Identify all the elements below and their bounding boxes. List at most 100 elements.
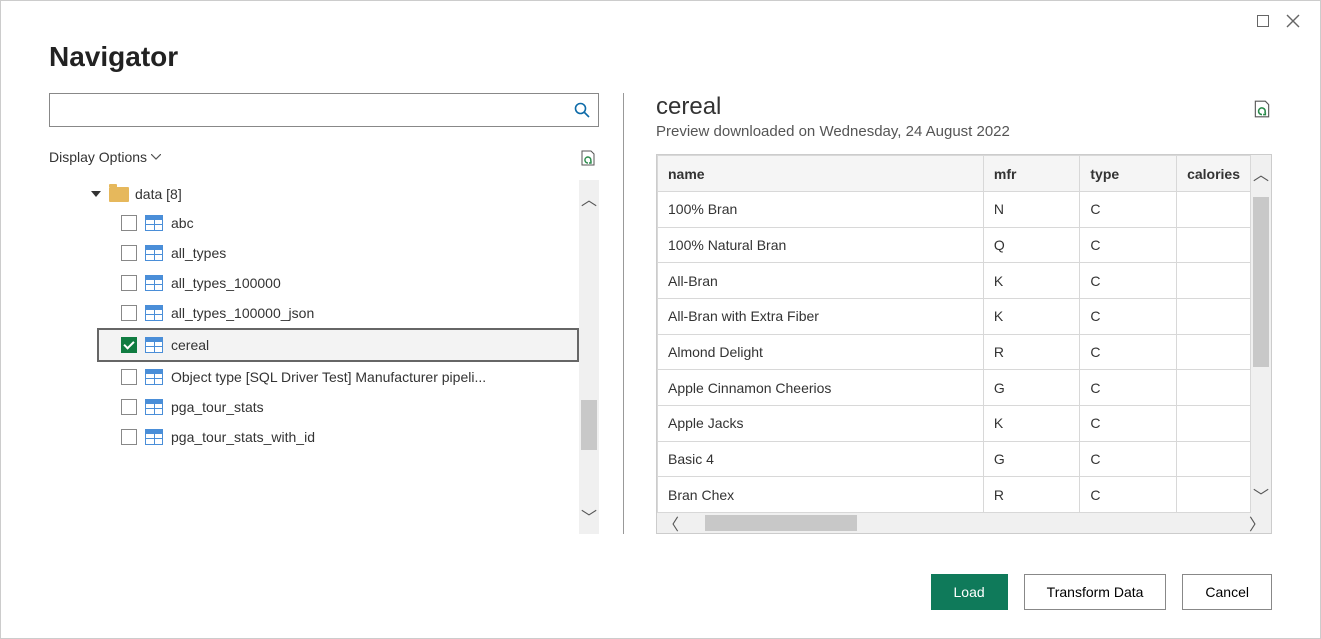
left-panel: Display Options data [8] xyxy=(49,93,624,534)
table-row[interactable]: All-BranKC xyxy=(658,263,1251,299)
checkbox[interactable] xyxy=(121,275,137,291)
tree-item-label: all_types xyxy=(171,245,226,261)
column-header-calories[interactable]: calories xyxy=(1177,156,1251,192)
tree-item-all-types-100000-json[interactable]: all_types_100000_json xyxy=(49,298,579,328)
tree-item-label: all_types_100000 xyxy=(171,275,281,291)
tree-item-label: cereal xyxy=(171,337,209,353)
table-cell: C xyxy=(1080,263,1177,299)
table-row[interactable]: Almond DelightRC xyxy=(658,334,1251,370)
table-cell: G xyxy=(983,370,1079,406)
table-row[interactable]: Apple JacksKC xyxy=(658,405,1251,441)
table-cell xyxy=(1177,405,1251,441)
scroll-up-icon[interactable]: ︿ xyxy=(1253,161,1269,185)
checkbox[interactable] xyxy=(121,337,137,353)
tree-scrollbar[interactable]: ︿ ﹀ xyxy=(579,180,599,534)
tree-item-label: Object type [SQL Driver Test] Manufactur… xyxy=(171,369,486,385)
refresh-preview-icon[interactable] xyxy=(1252,99,1272,122)
table-row[interactable]: Basic 4GC xyxy=(658,441,1251,477)
search-input[interactable] xyxy=(50,94,566,126)
scroll-left-icon[interactable]: 〈 xyxy=(663,511,679,534)
table-row[interactable]: 100% BranNC xyxy=(658,192,1251,228)
load-button[interactable]: Load xyxy=(931,574,1008,610)
table-cell: Almond Delight xyxy=(658,334,984,370)
close-button[interactable] xyxy=(1278,9,1308,33)
table-row[interactable]: Bran ChexRC xyxy=(658,477,1251,513)
tree-item-object-type[interactable]: Object type [SQL Driver Test] Manufactur… xyxy=(49,362,579,392)
checkbox[interactable] xyxy=(121,369,137,385)
transform-data-button[interactable]: Transform Data xyxy=(1024,574,1167,610)
table-cell: C xyxy=(1080,298,1177,334)
display-options-row: Display Options xyxy=(49,137,599,180)
table-icon xyxy=(145,429,163,445)
table-cell xyxy=(1177,263,1251,299)
tree-item-pga-tour-stats-with-id[interactable]: pga_tour_stats_with_id xyxy=(49,422,579,452)
table-cell xyxy=(1177,298,1251,334)
table-icon xyxy=(145,337,163,353)
checkbox[interactable] xyxy=(121,305,137,321)
table-cell: C xyxy=(1080,405,1177,441)
table-icon xyxy=(145,275,163,291)
navigator-dialog: Navigator Display Options xyxy=(0,0,1321,639)
table-row[interactable]: Apple Cinnamon CheeriosGC xyxy=(658,370,1251,406)
table-icon xyxy=(145,305,163,321)
scroll-thumb[interactable] xyxy=(1253,197,1269,367)
scroll-thumb[interactable] xyxy=(581,400,597,450)
table-cell xyxy=(1177,370,1251,406)
preview-hscrollbar[interactable]: 〈 〉 xyxy=(657,513,1271,533)
column-header-name[interactable]: name xyxy=(658,156,984,192)
preview-header: cereal Preview downloaded on Wednesday, … xyxy=(656,93,1272,140)
scroll-thumb[interactable] xyxy=(705,515,857,531)
tree-item-label: pga_tour_stats_with_id xyxy=(171,429,315,445)
preview-title: cereal xyxy=(656,93,1010,121)
tree-item-label: all_types_100000_json xyxy=(171,305,314,321)
scroll-right-icon[interactable]: 〉 xyxy=(1249,511,1265,534)
table-cell: K xyxy=(983,298,1079,334)
checkbox[interactable] xyxy=(121,429,137,445)
tree-item-cereal[interactable]: cereal xyxy=(97,328,579,362)
column-header-type[interactable]: type xyxy=(1080,156,1177,192)
tree-item-all-types-100000[interactable]: all_types_100000 xyxy=(49,268,579,298)
scroll-down-icon[interactable]: ﹀ xyxy=(1253,483,1269,507)
search-icon[interactable] xyxy=(566,102,598,118)
table-cell xyxy=(1177,477,1251,513)
scroll-down-icon[interactable]: ﹀ xyxy=(581,504,597,528)
display-options-dropdown[interactable]: Display Options xyxy=(49,149,161,165)
close-icon xyxy=(1286,14,1300,28)
table-cell: 100% Bran xyxy=(658,192,984,228)
refresh-preview-left-icon[interactable] xyxy=(579,149,597,170)
table-cell: C xyxy=(1080,192,1177,228)
table-cell: N xyxy=(983,192,1079,228)
folder-icon xyxy=(109,187,129,202)
table-cell: Q xyxy=(983,227,1079,263)
table-cell xyxy=(1177,227,1251,263)
tree-wrap: data [8] abc all_types xyxy=(49,180,599,534)
table-cell xyxy=(1177,192,1251,228)
titlebar xyxy=(1,1,1320,33)
tree-item-pga-tour-stats[interactable]: pga_tour_stats xyxy=(49,392,579,422)
tree-item-abc[interactable]: abc xyxy=(49,208,579,238)
tree-item-label: pga_tour_stats xyxy=(171,399,264,415)
tree-folder-data[interactable]: data [8] xyxy=(49,180,579,208)
maximize-icon xyxy=(1257,15,1269,27)
checkbox[interactable] xyxy=(121,215,137,231)
table-cell xyxy=(1177,334,1251,370)
table-cell: R xyxy=(983,334,1079,370)
table-cell: All-Bran with Extra Fiber xyxy=(658,298,984,334)
table-row[interactable]: All-Bran with Extra FiberKC xyxy=(658,298,1251,334)
preview-vscrollbar[interactable]: ︿ ﹀ xyxy=(1251,155,1271,513)
column-header-mfr[interactable]: mfr xyxy=(983,156,1079,192)
table-row[interactable]: 100% Natural BranQC xyxy=(658,227,1251,263)
preview-subtitle: Preview downloaded on Wednesday, 24 Augu… xyxy=(656,123,1010,140)
tree-item-all-types[interactable]: all_types xyxy=(49,238,579,268)
table-cell: 100% Natural Bran xyxy=(658,227,984,263)
dialog-title: Navigator xyxy=(1,33,1320,93)
cancel-button[interactable]: Cancel xyxy=(1182,574,1272,610)
scroll-up-icon[interactable]: ︿ xyxy=(581,186,597,210)
display-options-label: Display Options xyxy=(49,149,147,165)
table-cell: Bran Chex xyxy=(658,477,984,513)
checkbox[interactable] xyxy=(121,399,137,415)
table-cell: R xyxy=(983,477,1079,513)
checkbox[interactable] xyxy=(121,245,137,261)
maximize-button[interactable] xyxy=(1248,9,1278,33)
collapse-triangle-icon xyxy=(91,191,101,197)
